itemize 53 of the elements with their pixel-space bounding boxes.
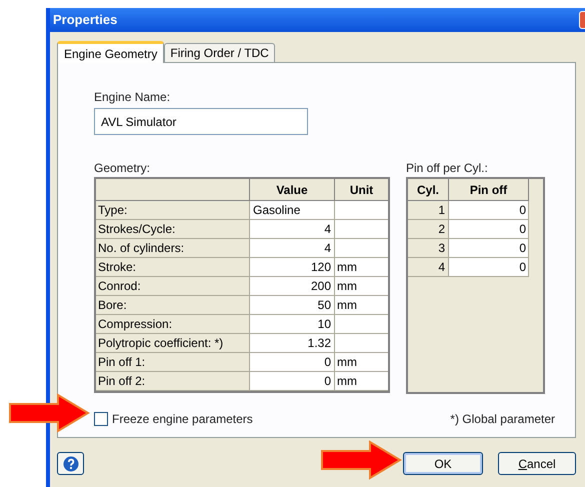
pin-off-cell[interactable]: 0 [449,201,529,220]
value-cell[interactable]: 4 [250,239,335,258]
unit-cell: mm [335,353,388,372]
pin-off-cell[interactable]: 0 [449,239,529,258]
unit-cell: mm [335,277,388,296]
help-button[interactable] [57,452,84,475]
value-cell[interactable]: 120 [250,258,335,277]
row-label-cell: Strokes/Cycle: [96,220,250,239]
header-cell: Value [250,179,335,201]
row-label-cell: Bore: [96,296,250,315]
row-label-cell: Pin off 2: [96,372,250,391]
tab[interactable]: Firing Order / TDC [164,43,275,62]
value-cell[interactable]: Gasoline [250,201,335,220]
value-cell[interactable]: 10 [250,315,335,334]
cylinder-cell: 3 [408,239,449,258]
checkbox-label: Freeze engine parameters [112,411,253,428]
value-cell[interactable]: 0 [250,353,335,372]
value-cell[interactable]: 1.32 [250,334,335,353]
section-label: Pin off per Cyl.: [406,160,489,177]
checkbox[interactable] [94,412,108,426]
row-label-cell: No. of cylinders: [96,239,250,258]
row-label-cell: Compression: [96,315,250,334]
row-label-cell: Pin off 1: [96,353,250,372]
value-cell[interactable]: 4 [250,220,335,239]
help-icon [62,456,78,472]
pin-off-cell[interactable]: 0 [449,220,529,239]
unit-cell: mm [335,258,388,277]
unit-cell [335,315,388,334]
unit-cell [335,334,388,353]
unit-cell [335,201,388,220]
field-label: Engine Name: [94,89,172,106]
unit-cell [335,220,388,239]
value-cell[interactable]: 200 [250,277,335,296]
unit-cell: mm [335,296,388,315]
footnote: *) Global parameter [450,411,555,428]
row-label-cell: Conrod: [96,277,250,296]
ok-button[interactable]: OK [403,452,483,475]
section-label: Geometry: [94,160,152,177]
cylinder-cell: 2 [408,220,449,239]
cylinder-cell: 1 [408,201,449,220]
unit-cell [335,239,388,258]
row-label-cell: Polytropic coefficient: *) [96,334,250,353]
cancel-button[interactable]: Cancel [498,452,576,475]
cylinder-cell: 4 [408,258,449,277]
tab[interactable]: Engine Geometry [57,41,164,63]
value-cell[interactable]: 50 [250,296,335,315]
unit-cell: mm [335,372,388,391]
pin-off-cell[interactable]: 0 [449,258,529,277]
value-cell[interactable]: 0 [250,372,335,391]
row-label-cell: Type: [96,201,250,220]
window-title: Properties [53,11,118,30]
row-label-cell: Stroke: [96,258,250,277]
engine-name-field[interactable]: AVL Simulator [94,108,308,135]
